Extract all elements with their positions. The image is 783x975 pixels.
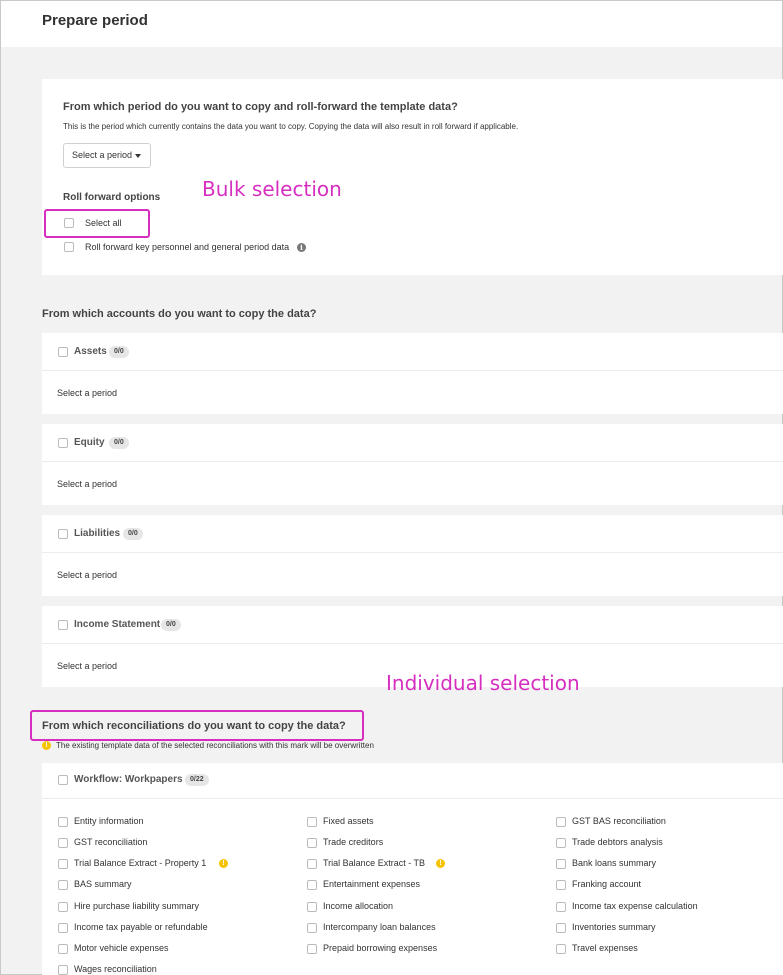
count-badge: 0/0: [123, 528, 143, 540]
reconciliation-checkbox[interactable]: [556, 944, 566, 954]
accounts-section-title: From which accounts do you want to copy …: [42, 308, 317, 320]
overwrite-warning-note: The existing template data of the select…: [56, 741, 374, 750]
count-badge: 0/0: [109, 437, 129, 449]
reconciliation-checkbox[interactable]: [556, 817, 566, 827]
warning-icon: !: [42, 741, 51, 750]
bulk-selection-annotation: Bulk selection: [202, 177, 342, 201]
reconciliation-label[interactable]: Income tax payable or refundable: [74, 922, 208, 932]
assets-checkbox[interactable]: [58, 347, 68, 357]
count-badge: 0/0: [109, 346, 129, 358]
reconciliation-label[interactable]: GST BAS reconciliation: [572, 816, 666, 826]
account-group-title[interactable]: Assets: [74, 346, 107, 357]
reconciliation-checkbox[interactable]: [307, 859, 317, 869]
account-group-body: Select a period: [57, 479, 118, 489]
roll-forward-key-personnel-label[interactable]: Roll forward key personnel and general p…: [85, 242, 289, 252]
reconciliation-checkbox[interactable]: [58, 923, 68, 933]
account-group-header: Liabilities 0/0: [42, 515, 783, 553]
reconciliation-checkbox[interactable]: [58, 838, 68, 848]
reconciliation-checkbox[interactable]: [58, 902, 68, 912]
reconciliation-checkbox[interactable]: [556, 838, 566, 848]
reconciliation-label[interactable]: Fixed assets: [323, 816, 374, 826]
info-icon[interactable]: i: [297, 243, 306, 252]
liabilities-checkbox[interactable]: [58, 529, 68, 539]
reconciliation-label[interactable]: Trial Balance Extract - Property 1: [74, 858, 206, 868]
reconciliation-label[interactable]: Motor vehicle expenses: [74, 943, 169, 953]
income-statement-checkbox[interactable]: [58, 620, 68, 630]
reconciliation-checkbox[interactable]: [307, 923, 317, 933]
workflow-select-checkbox[interactable]: [58, 775, 68, 785]
reconciliation-checkbox[interactable]: [307, 880, 317, 890]
period-select[interactable]: Select a period: [63, 143, 151, 168]
account-group-title[interactable]: Income Statement: [74, 619, 160, 630]
reconciliation-label[interactable]: Wages reconciliation: [74, 964, 157, 974]
reconciliation-checkbox[interactable]: [556, 859, 566, 869]
reconciliation-checkbox[interactable]: [58, 944, 68, 954]
reconciliation-checkbox[interactable]: [58, 965, 68, 975]
reconciliations-section-title: From which reconciliations do you want t…: [42, 720, 346, 732]
workflow-title[interactable]: Workflow: Workpapers: [74, 774, 183, 785]
reconciliation-label[interactable]: Trade creditors: [323, 837, 383, 847]
reconciliation-label[interactable]: Entity information: [74, 816, 144, 826]
account-group-assets: Assets 0/0 Select a period: [42, 333, 783, 414]
reconciliation-label[interactable]: Travel expenses: [572, 943, 638, 953]
account-group-title[interactable]: Equity: [74, 437, 105, 448]
period-card: From which period do you want to copy an…: [42, 79, 783, 275]
bulk-selection-highlight: [44, 209, 150, 238]
reconciliation-label[interactable]: Prepaid borrowing expenses: [323, 943, 437, 953]
reconciliation-checkbox[interactable]: [307, 838, 317, 848]
page-title: Prepare period: [42, 12, 148, 29]
account-group-header: Equity 0/0: [42, 424, 783, 462]
page-header: Prepare period: [1, 1, 782, 47]
period-question: From which period do you want to copy an…: [63, 101, 458, 113]
reconciliation-label[interactable]: Trade debtors analysis: [572, 837, 663, 847]
count-badge: 0/22: [185, 774, 209, 786]
reconciliation-label[interactable]: Franking account: [572, 879, 641, 889]
reconciliation-label[interactable]: Inventories summary: [572, 922, 656, 932]
reconciliation-label[interactable]: BAS summary: [74, 879, 132, 889]
reconciliation-checkbox[interactable]: [307, 944, 317, 954]
reconciliation-label[interactable]: Trial Balance Extract - TB: [323, 858, 425, 868]
reconciliation-checkbox[interactable]: [307, 902, 317, 912]
account-group-body: Select a period: [57, 388, 118, 398]
workflow-workpapers-card: Workflow: Workpapers 0/22 Entity informa…: [42, 763, 783, 975]
reconciliation-label[interactable]: Bank loans summary: [572, 858, 656, 868]
reconciliation-checkbox[interactable]: [58, 817, 68, 827]
reconciliation-label[interactable]: Income allocation: [323, 901, 393, 911]
account-group-header: Assets 0/0: [42, 333, 783, 371]
account-group-title[interactable]: Liabilities: [74, 528, 120, 539]
account-group-body: Select a period: [57, 661, 118, 671]
reconciliation-label[interactable]: Entertainment expenses: [323, 879, 420, 889]
account-group-equity: Equity 0/0 Select a period: [42, 424, 783, 505]
account-group-liabilities: Liabilities 0/0 Select a period: [42, 515, 783, 596]
roll-forward-heading: Roll forward options: [63, 192, 161, 203]
roll-forward-key-personnel-checkbox[interactable]: [64, 242, 74, 252]
caret-down-icon: [135, 154, 141, 158]
reconciliation-label[interactable]: Intercompany loan balances: [323, 922, 436, 932]
reconciliation-label[interactable]: GST reconciliation: [74, 837, 147, 847]
warning-icon: !: [436, 859, 445, 868]
count-badge: 0/0: [161, 619, 181, 631]
equity-checkbox[interactable]: [58, 438, 68, 448]
period-select-label: Select a period: [72, 150, 133, 160]
period-subtitle: This is the period which currently conta…: [63, 122, 519, 131]
workflow-header: Workflow: Workpapers 0/22: [42, 763, 783, 799]
warning-icon: !: [219, 859, 228, 868]
reconciliation-checkbox[interactable]: [556, 923, 566, 933]
account-group-body: Select a period: [57, 570, 118, 580]
reconciliation-label[interactable]: Income tax expense calculation: [572, 901, 698, 911]
reconciliation-label[interactable]: Hire purchase liability summary: [74, 901, 199, 911]
reconciliation-checkbox[interactable]: [58, 880, 68, 890]
individual-selection-annotation: Individual selection: [386, 671, 580, 695]
reconciliation-checkbox[interactable]: [58, 859, 68, 869]
reconciliation-checkbox[interactable]: [556, 880, 566, 890]
reconciliation-checkbox[interactable]: [556, 902, 566, 912]
account-group-header: Income Statement 0/0: [42, 606, 783, 644]
reconciliation-checkbox[interactable]: [307, 817, 317, 827]
